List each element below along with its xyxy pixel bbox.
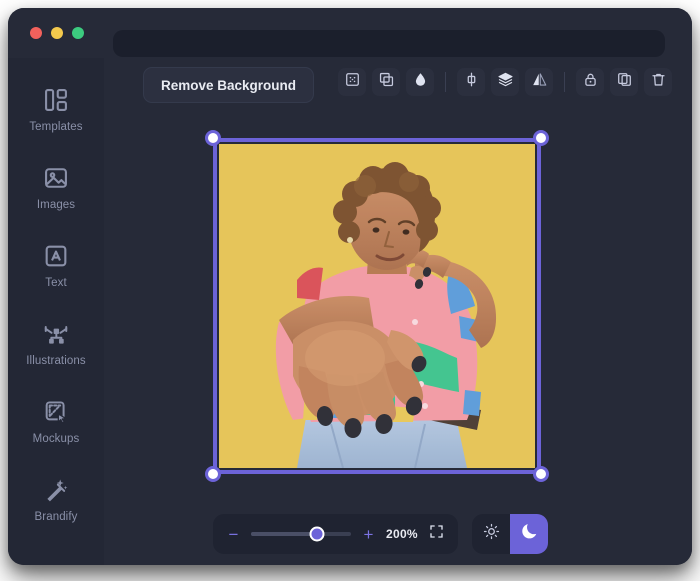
layers-icon — [497, 71, 514, 93]
sidebar-item-label: Templates — [29, 120, 83, 133]
sidebar-item-label: Mockups — [32, 432, 80, 445]
align-vertical-tool-button[interactable] — [457, 68, 485, 96]
zoom-controls: − + 200% — [213, 514, 458, 554]
remove-background-button[interactable]: Remove Background — [143, 67, 315, 103]
zoom-slider-thumb[interactable] — [309, 526, 325, 542]
zoom-level-value: 200% — [386, 527, 418, 541]
maximize-window-button[interactable] — [72, 27, 84, 39]
flip-horizontal-icon — [531, 71, 548, 93]
app-window: Templates Images Text Illustrations Mock… — [8, 8, 692, 565]
color-tool-button[interactable] — [406, 68, 434, 96]
address-bar[interactable] — [113, 30, 665, 57]
minimize-window-button[interactable] — [51, 27, 63, 39]
object-tools — [338, 68, 672, 96]
resize-handle-bottom-left[interactable] — [205, 466, 221, 482]
sidebar-item-label: Illustrations — [26, 354, 86, 367]
images-icon — [42, 164, 70, 192]
copy-tool-button[interactable] — [610, 68, 638, 96]
duplicate-shape-icon — [378, 71, 395, 93]
align-vertical-icon — [463, 71, 480, 93]
trash-icon — [650, 71, 667, 93]
toolbar-divider — [445, 72, 446, 92]
crop-icon — [344, 71, 361, 93]
moon-icon — [520, 522, 539, 546]
canvas-area[interactable]: − + 200% — [104, 114, 692, 565]
close-window-button[interactable] — [30, 27, 42, 39]
sidebar-item-images[interactable]: Images — [8, 148, 104, 226]
resize-handle-top-left[interactable] — [205, 130, 221, 146]
sidebar-item-label: Text — [45, 276, 67, 289]
droplet-icon — [412, 71, 429, 93]
window-controls — [30, 27, 84, 39]
lock-icon — [582, 71, 599, 93]
sidebar-item-label: Images — [36, 198, 76, 211]
canvas-photo[interactable] — [219, 144, 535, 468]
theme-toggle — [472, 514, 548, 554]
sidebar-item-text[interactable]: Text — [8, 226, 104, 304]
templates-icon — [42, 86, 70, 114]
toolbar-divider — [564, 72, 565, 92]
zoom-out-button[interactable]: − — [227, 526, 240, 543]
light-theme-button[interactable] — [472, 514, 510, 554]
zoom-slider[interactable] — [251, 526, 351, 542]
remove-background-label: Remove Background — [161, 77, 297, 93]
top-toolbar: Remove Background — [104, 58, 692, 114]
copy-icon — [616, 71, 633, 93]
fit-screen-icon — [429, 524, 444, 544]
illustrations-icon — [42, 320, 70, 348]
flip-tool-button[interactable] — [525, 68, 553, 96]
brandify-icon — [42, 476, 70, 504]
mockups-icon — [42, 398, 70, 426]
photo-artwork — [219, 144, 535, 468]
dark-theme-button[interactable] — [510, 514, 548, 554]
resize-handle-bottom-right[interactable] — [533, 466, 549, 482]
fit-screen-button[interactable] — [429, 524, 444, 544]
delete-tool-button[interactable] — [644, 68, 672, 96]
title-bar — [8, 8, 692, 58]
duplicate-shape-tool-button[interactable] — [372, 68, 400, 96]
sidebar: Templates Images Text Illustrations Mock… — [8, 58, 104, 565]
zoom-slider-fill — [251, 532, 317, 536]
sidebar-item-illustrations[interactable]: Illustrations — [8, 304, 104, 382]
sun-icon — [483, 523, 500, 545]
lock-tool-button[interactable] — [576, 68, 604, 96]
layers-tool-button[interactable] — [491, 68, 519, 96]
sidebar-item-label: Brandify — [34, 510, 78, 523]
image-selection[interactable] — [205, 130, 549, 482]
resize-handle-top-right[interactable] — [533, 130, 549, 146]
sidebar-item-mockups[interactable]: Mockups — [8, 382, 104, 460]
sidebar-item-templates[interactable]: Templates — [8, 70, 104, 148]
crop-tool-button[interactable] — [338, 68, 366, 96]
bottom-bar: − + 200% — [104, 513, 692, 555]
sidebar-item-brandify[interactable]: Brandify — [8, 460, 104, 538]
text-icon — [42, 242, 70, 270]
zoom-in-button[interactable]: + — [362, 526, 375, 543]
